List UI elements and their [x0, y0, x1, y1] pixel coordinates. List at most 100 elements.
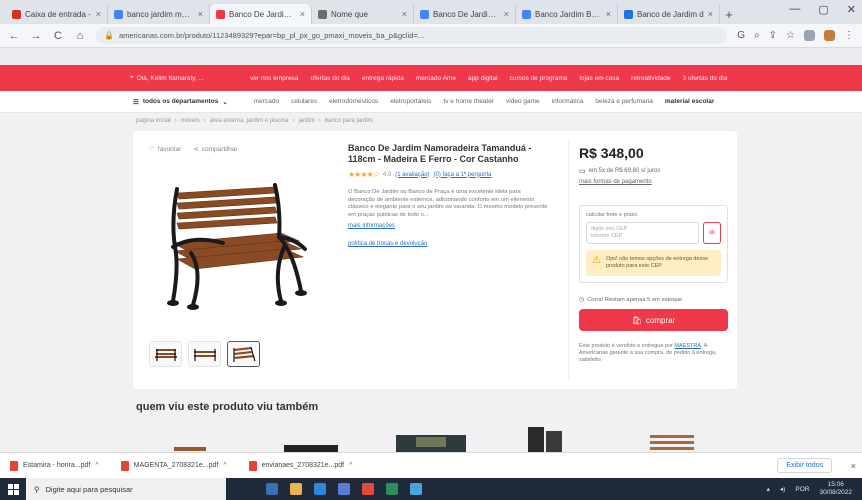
browser-tab[interactable]: Nome que × [312, 4, 414, 24]
extension-icon[interactable] [804, 30, 815, 41]
site-red-bar: ⌖ Olá, Kelim Itamaraty, ... ver nos empr… [0, 65, 862, 91]
app-icon[interactable] [410, 483, 422, 495]
back-button[interactable]: ← [8, 30, 20, 42]
redbar-link[interactable]: 3 ofertas do dia [683, 75, 728, 82]
forward-button[interactable]: → [30, 30, 42, 42]
browser-tab[interactable]: Banco De Jardim N × [210, 4, 312, 24]
tab-close-icon[interactable]: × [606, 9, 611, 19]
payment-options-link[interactable]: mais formas de pagamento [579, 179, 728, 185]
home-button[interactable]: ⌂ [74, 30, 86, 42]
tab-favicon-icon [624, 9, 633, 19]
browser-tab[interactable]: Banco Jardim Brasil × [516, 4, 618, 24]
recommendation-image[interactable] [396, 425, 466, 452]
buy-button[interactable]: 🛍 comprar [579, 309, 728, 331]
menu-dots-icon[interactable]: ⋮ [844, 30, 854, 41]
download-item[interactable]: envianaes_2708321e...pdf ^ [248, 460, 352, 471]
chevron-up-icon[interactable]: ^ [95, 462, 98, 469]
breadcrumb-item[interactable]: jardim [298, 118, 314, 124]
seller-link[interactable]: MAESTRA [674, 343, 701, 349]
thumbnail[interactable] [188, 341, 221, 367]
close-download-bar-button[interactable]: × [851, 461, 856, 471]
tab-close-icon[interactable]: × [402, 9, 407, 19]
favorite-button[interactable]: ♡ favoritar [149, 145, 181, 154]
maximize-button[interactable]: ▢ [818, 3, 828, 16]
download-item[interactable]: Estamira - honra...pdf ^ [10, 460, 99, 471]
rating-count-link[interactable]: (1 avaliação) [395, 172, 429, 178]
return-policy-link[interactable]: política de trocas e devolução [348, 241, 548, 247]
dept-link[interactable]: eletrodomésticos [329, 98, 378, 105]
browser-tab[interactable]: Banco De Jardim N × [414, 4, 516, 24]
chevron-up-icon[interactable]: ^ [223, 462, 226, 469]
departments-menu[interactable]: ☰ todos os departamentos ⌄ [133, 98, 228, 106]
redbar-link[interactable]: app digital [468, 75, 498, 82]
tab-close-icon[interactable]: × [198, 9, 203, 19]
download-item[interactable]: MAGENTA_2708321e...pdf ^ [120, 460, 227, 471]
redbar-link[interactable]: mercado Ame [416, 75, 456, 82]
network-icon[interactable]: ▴ [767, 485, 770, 493]
chrome-icon[interactable] [362, 483, 374, 495]
chevron-up-icon[interactable]: ^ [349, 462, 352, 469]
recommendation-image[interactable] [282, 425, 342, 452]
share-button[interactable]: ⋖ compartilhar [193, 145, 237, 154]
new-tab-button[interactable]: + [720, 4, 738, 24]
edge-icon[interactable] [314, 483, 326, 495]
questions-link[interactable]: (0) faça a 1ª pergunta [434, 172, 492, 178]
recommendation-image[interactable] [170, 425, 210, 452]
windows-start-button[interactable] [0, 478, 26, 500]
clock[interactable]: 15:06 30/08/2022 [819, 481, 852, 497]
redbar-link[interactable]: retroatividade [631, 75, 670, 82]
bookmark-star-icon[interactable]: ☆ [786, 30, 795, 41]
google-lens-icon[interactable]: G [737, 30, 745, 41]
dept-link[interactable]: celulares [291, 98, 317, 105]
redbar-link[interactable]: cursos de programa [510, 75, 568, 82]
tab-close-icon[interactable]: × [300, 9, 305, 19]
breadcrumb-item[interactable]: móveis [181, 118, 200, 124]
dept-link[interactable]: video game [506, 98, 540, 105]
tab-close-icon[interactable]: × [96, 9, 101, 19]
file-explorer-icon[interactable] [290, 483, 302, 495]
recommendation-image[interactable] [646, 425, 706, 452]
product-image[interactable] [163, 181, 313, 311]
thumbnail[interactable] [149, 341, 182, 367]
zoom-icon[interactable]: ⌕ [754, 30, 760, 41]
share-icon[interactable]: ⇪ [769, 30, 777, 41]
redbar-link[interactable]: ofertas do dia [311, 75, 350, 82]
dept-link[interactable]: eletroportáteis [390, 98, 431, 105]
redbar-link[interactable]: lojas em casa [579, 75, 619, 82]
store-icon[interactable] [338, 483, 350, 495]
tab-close-icon[interactable]: × [708, 9, 713, 19]
dept-link-school[interactable]: material escolar [665, 98, 715, 105]
redbar-link[interactable]: ver nos empresa [250, 75, 298, 82]
volume-icon[interactable]: ◂) [780, 485, 785, 493]
tab-favicon-icon [420, 9, 429, 19]
cep-input[interactable]: digite seu CEP informe CEP [586, 222, 699, 244]
browser-tab[interactable]: banco jardim madeir × [108, 4, 210, 24]
show-all-downloads-button[interactable]: Exibir todos [777, 458, 832, 473]
browser-tab[interactable]: Caixa de entrada - × [6, 4, 108, 24]
redbar-link[interactable]: entrega rápida [362, 75, 404, 82]
language-indicator[interactable]: POR [795, 486, 809, 493]
delivery-address[interactable]: ⌖ Olá, Kelim Itamaraty, ... [130, 74, 204, 82]
more-info-link[interactable]: mais informações [348, 223, 548, 229]
extension-icon[interactable] [824, 30, 835, 41]
recommendation-image[interactable] [520, 425, 580, 452]
breadcrumb-item[interactable]: área externa, jardim e piscina [210, 118, 289, 124]
breadcrumb-item[interactable]: página inicial [136, 118, 171, 124]
close-window-button[interactable]: ✕ [847, 3, 856, 16]
dept-link[interactable]: tv e home theater [443, 98, 494, 105]
dept-link[interactable]: beleza e perfumaria [595, 98, 652, 105]
breadcrumb-item[interactable]: banco para jardim [325, 118, 373, 124]
omnibox[interactable]: 🔒 americanas.com.br/produto/1123489329?e… [96, 27, 728, 44]
browser-tab[interactable]: Banco de Jardim d × [618, 4, 720, 24]
taskbar-search[interactable]: ⚲ Digite aqui para pesquisar [26, 478, 226, 500]
app-icon[interactable] [386, 483, 398, 495]
reload-button[interactable]: C [52, 30, 64, 42]
tab-close-icon[interactable]: × [504, 9, 509, 19]
task-view-icon[interactable] [266, 483, 278, 495]
minimize-button[interactable]: — [789, 3, 800, 16]
stock-notice: ◷ Corra! Restam apenas 5 em estoque [579, 297, 728, 303]
thumbnail-selected[interactable] [227, 341, 260, 367]
dept-link[interactable]: mercado [254, 98, 279, 105]
cep-ok-button[interactable]: ok [703, 222, 721, 244]
dept-link[interactable]: informática [552, 98, 584, 105]
